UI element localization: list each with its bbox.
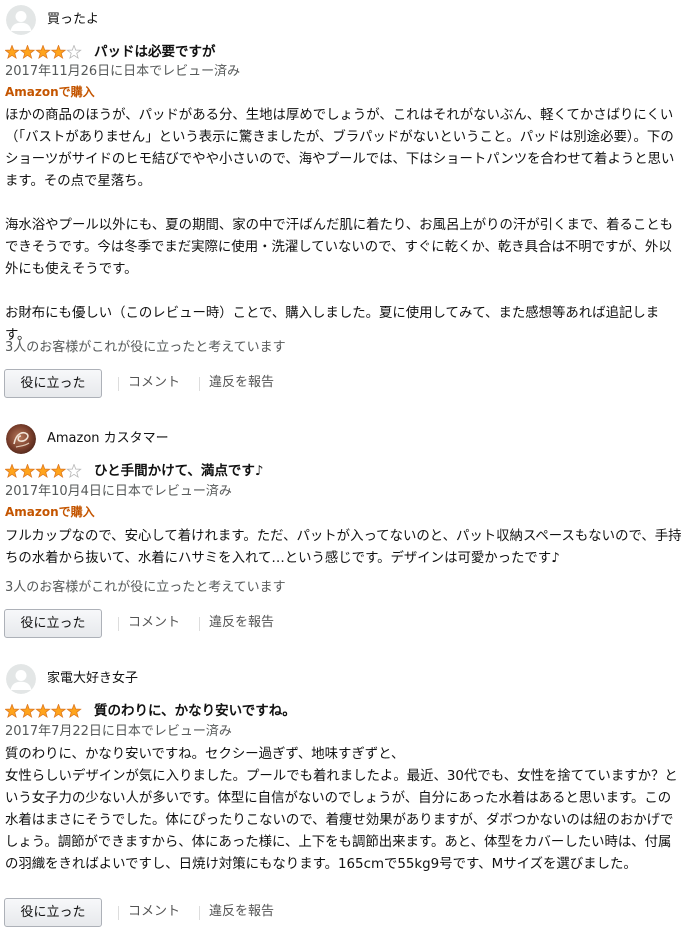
star-filled-icon bbox=[35, 704, 51, 718]
default-user-avatar-icon[interactable] bbox=[6, 664, 36, 694]
review-paragraph: 質のわりに、かなり安いですね。セクシー過ぎず、地味すぎずと、 女性らしいデザイン… bbox=[5, 747, 678, 872]
review-date: 2017年11月26日に日本でレビュー済み bbox=[5, 64, 241, 79]
star-filled-icon bbox=[5, 464, 20, 478]
separator bbox=[199, 617, 200, 631]
separator bbox=[199, 377, 200, 391]
helpful-button[interactable]: 役に立った bbox=[4, 609, 102, 638]
reviewer-name[interactable]: 家電大好き女子 bbox=[47, 671, 138, 687]
star-filled-icon bbox=[5, 45, 20, 59]
star-filled-icon bbox=[19, 464, 36, 478]
star-empty-icon bbox=[66, 45, 82, 59]
star-rating-icon[interactable] bbox=[5, 464, 85, 478]
review-date: 2017年7月22日に日本でレビュー済み bbox=[5, 724, 232, 739]
review-paragraph: 海水浴やプール以外にも、夏の期間、家の中で汗ばんだ肌に着たり、お風呂上がりの汗が… bbox=[5, 218, 674, 277]
review-body: 質のわりに、かなり安いですね。セクシー過ぎず、地味すぎずと、 女性らしいデザイン… bbox=[5, 744, 684, 876]
star-filled-icon bbox=[35, 45, 51, 59]
star-filled-icon bbox=[50, 464, 67, 478]
helpful-count: 3人のお客様がこれが役に立ったと考えています bbox=[5, 580, 286, 595]
star-filled-icon bbox=[50, 45, 67, 59]
separator bbox=[118, 906, 119, 920]
report-abuse-link[interactable]: 違反を報告 bbox=[209, 615, 274, 631]
report-abuse-link[interactable]: 違反を報告 bbox=[209, 904, 274, 920]
review-body: フルカップなので、安心して着けれます。ただ、パットが入ってないのと、パット収納ス… bbox=[5, 526, 684, 570]
star-rating-icon[interactable] bbox=[5, 45, 85, 59]
review-paragraph: ほかの商品のほうが、パッドがある分、生地は厚めでしょうが、これはそれがないぶん、… bbox=[5, 108, 675, 189]
star-empty-icon bbox=[66, 464, 82, 478]
star-filled-icon bbox=[19, 45, 36, 59]
star-rating-icon[interactable] bbox=[5, 704, 85, 718]
verified-purchase-badge: Amazonで購入 bbox=[5, 505, 95, 519]
report-abuse-link[interactable]: 違反を報告 bbox=[209, 375, 274, 391]
custom-profile-photo-icon[interactable] bbox=[6, 424, 36, 454]
review-body: ほかの商品のほうが、パッドがある分、生地は厚めでしょうが、これはそれがないぶん、… bbox=[5, 105, 684, 347]
comment-link[interactable]: コメント bbox=[128, 375, 180, 391]
default-user-avatar-icon[interactable] bbox=[6, 5, 36, 35]
star-filled-icon bbox=[35, 464, 51, 478]
separator bbox=[118, 617, 119, 631]
review-title[interactable]: ひと手間かけて、満点です♪ bbox=[94, 462, 264, 480]
review-paragraph: フルカップなので、安心して着けれます。ただ、パットが入ってないのと、パット収納ス… bbox=[5, 529, 682, 566]
star-filled-icon bbox=[50, 704, 67, 718]
reviewer-name[interactable]: Amazon カスタマー bbox=[47, 431, 169, 447]
helpful-button[interactable]: 役に立った bbox=[4, 898, 102, 927]
helpful-count: 3人のお客様がこれが役に立ったと考えています bbox=[5, 340, 286, 355]
star-filled-icon bbox=[66, 704, 82, 718]
star-filled-icon bbox=[19, 704, 36, 718]
review-title[interactable]: パッドは必要ですが bbox=[94, 43, 216, 61]
star-filled-icon bbox=[5, 704, 20, 718]
separator bbox=[118, 377, 119, 391]
verified-purchase-badge: Amazonで購入 bbox=[5, 85, 95, 99]
reviewer-name[interactable]: 買ったよ bbox=[47, 12, 99, 28]
comment-link[interactable]: コメント bbox=[128, 615, 180, 631]
comment-link[interactable]: コメント bbox=[128, 904, 180, 920]
review-title[interactable]: 質のわりに、かなり安いですね。 bbox=[94, 702, 296, 720]
helpful-button[interactable]: 役に立った bbox=[4, 369, 102, 398]
separator bbox=[199, 906, 200, 920]
review-date: 2017年10月4日に日本でレビュー済み bbox=[5, 484, 232, 499]
